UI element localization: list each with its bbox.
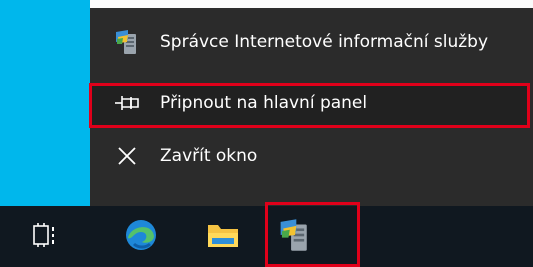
- iis-taskbar-highlight-box: [265, 202, 360, 267]
- jump-list-item-iis-manager[interactable]: Správce Internetové informační služby: [90, 12, 533, 72]
- file-explorer-taskbar-button[interactable]: [190, 206, 256, 267]
- file-explorer-icon: [206, 221, 240, 253]
- edge-icon: [124, 218, 158, 256]
- iis-manager-icon: [112, 27, 142, 57]
- jump-list-item-close-window[interactable]: Zavřít okno: [90, 126, 533, 186]
- jump-list-item-label: Připnout na hlavní panel: [160, 93, 368, 113]
- desktop-background-strip: [90, 0, 533, 8]
- desktop-background: [0, 0, 90, 206]
- jump-list-item-label: Zavřít okno: [160, 146, 258, 166]
- jump-list-item-label: Správce Internetové informační služby: [160, 32, 489, 52]
- task-view-icon: [32, 222, 58, 251]
- jump-list-item-pin-to-taskbar[interactable]: Připnout na hlavní panel: [90, 73, 533, 133]
- pin-icon: [112, 88, 142, 118]
- close-icon: [112, 141, 142, 171]
- edge-taskbar-button[interactable]: [108, 206, 174, 267]
- task-view-button[interactable]: [12, 206, 78, 267]
